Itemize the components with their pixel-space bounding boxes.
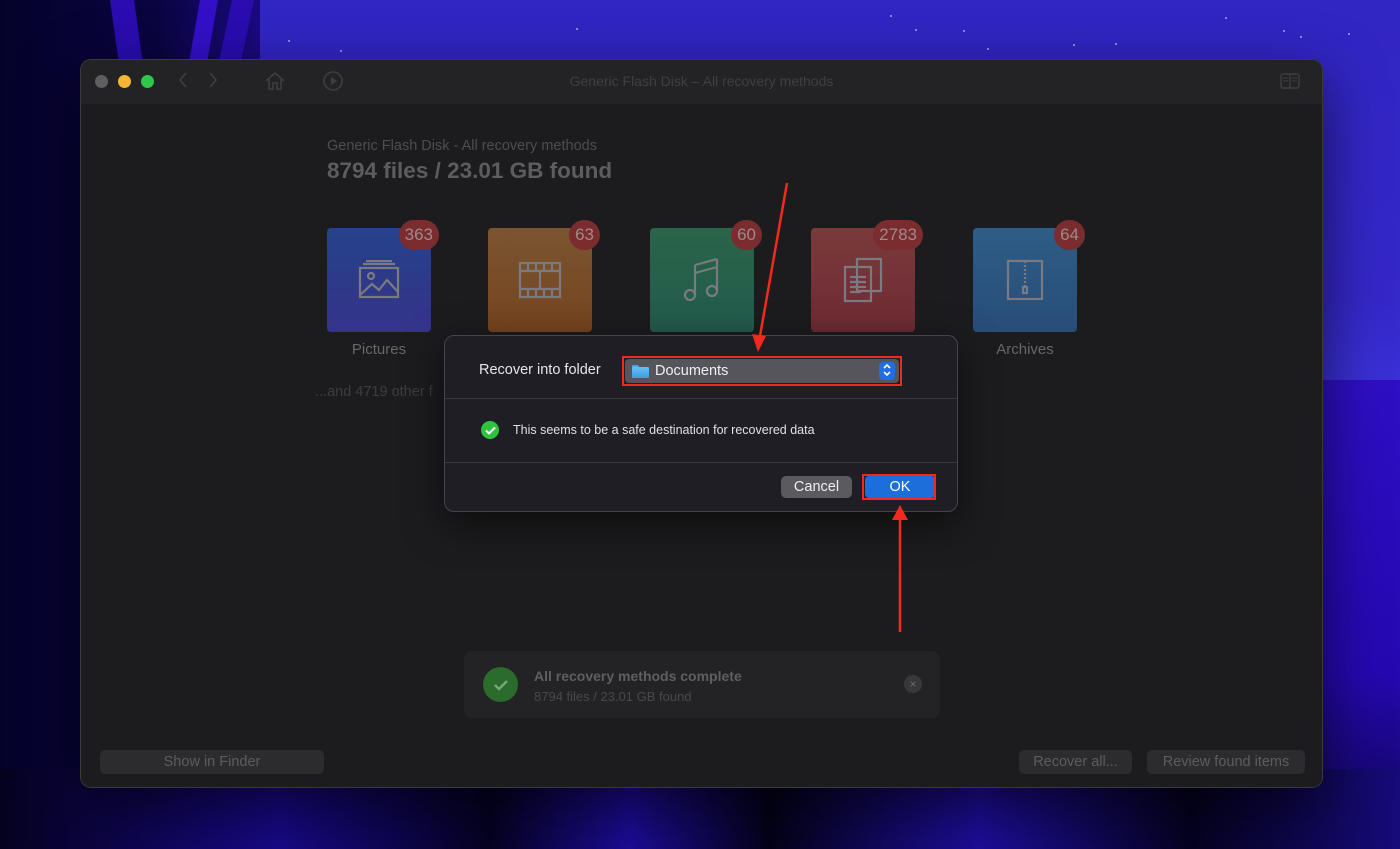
show-in-finder-button[interactable]: Show in Finder [100,750,324,774]
pictures-icon [358,260,400,299]
window-title: Generic Flash Disk – All recovery method… [569,73,834,89]
folder-icon [632,364,649,378]
star [890,15,892,17]
documents-icon [843,257,883,303]
files-found-headline: 8794 files / 23.01 GB found [327,158,613,183]
safe-destination-message: This seems to be a safe destination for … [513,423,815,437]
category-archives[interactable]: 64 Archives [973,220,1085,358]
ok-button[interactable]: OK [865,476,935,498]
star [987,48,989,50]
zip-archive-icon [1006,259,1044,301]
category-label: Archives [996,341,1054,358]
star [576,28,578,30]
status-title: All recovery methods complete [534,668,742,684]
category-pictures[interactable]: 363 Pictures [327,220,439,358]
star [288,40,290,42]
category-tile[interactable]: 64 [973,220,1085,332]
divider [445,462,957,463]
star [1300,36,1302,38]
count-badge: 2783 [873,220,923,250]
review-found-items-button[interactable]: Review found items [1147,750,1305,774]
star [340,50,342,52]
other-files-link[interactable]: ...and 4719 other f [315,384,433,400]
music-note-icon [683,257,719,302]
star [1073,44,1075,46]
checkmark-icon [483,667,518,702]
star [915,29,917,31]
checkmark-circle-icon [481,421,499,439]
recover-all-button[interactable]: Recover all... [1019,750,1132,774]
category-tile[interactable]: 60 [650,220,762,332]
cancel-button[interactable]: Cancel [781,476,852,498]
recovery-status-card: All recovery methods complete 8794 files… [464,651,940,718]
chevron-up-down-icon[interactable] [879,362,895,380]
count-badge: 63 [569,220,600,250]
title-bar: Generic Flash Disk – All recovery method… [81,60,1322,104]
count-badge: 64 [1054,220,1085,250]
wallpaper-right-shape [1320,380,1400,800]
divider [445,398,957,399]
status-subtitle: 8794 files / 23.01 GB found [534,689,692,704]
star [1283,30,1285,32]
category-tile[interactable]: 2783 [811,220,923,332]
category-tile[interactable]: 363 [327,220,439,332]
sidebar-toggle-icon[interactable] [1280,73,1300,94]
count-badge: 363 [398,220,439,250]
star [963,30,965,32]
star [1348,33,1350,35]
recover-into-folder-label: Recover into folder [479,362,601,378]
category-label: Pictures [351,341,407,358]
scan-source-subtitle: Generic Flash Disk - All recovery method… [327,138,597,154]
star [1225,17,1227,19]
close-icon[interactable]: × [904,675,922,693]
recover-into-folder-dialog: Recover into folder Documents This seems… [444,335,958,512]
selected-folder-name: Documents [655,363,729,379]
film-icon [518,261,562,299]
destination-folder-select[interactable]: Documents [625,359,899,383]
category-tile[interactable]: 63 [488,220,600,332]
star [1115,43,1117,45]
count-badge: 60 [731,220,762,250]
